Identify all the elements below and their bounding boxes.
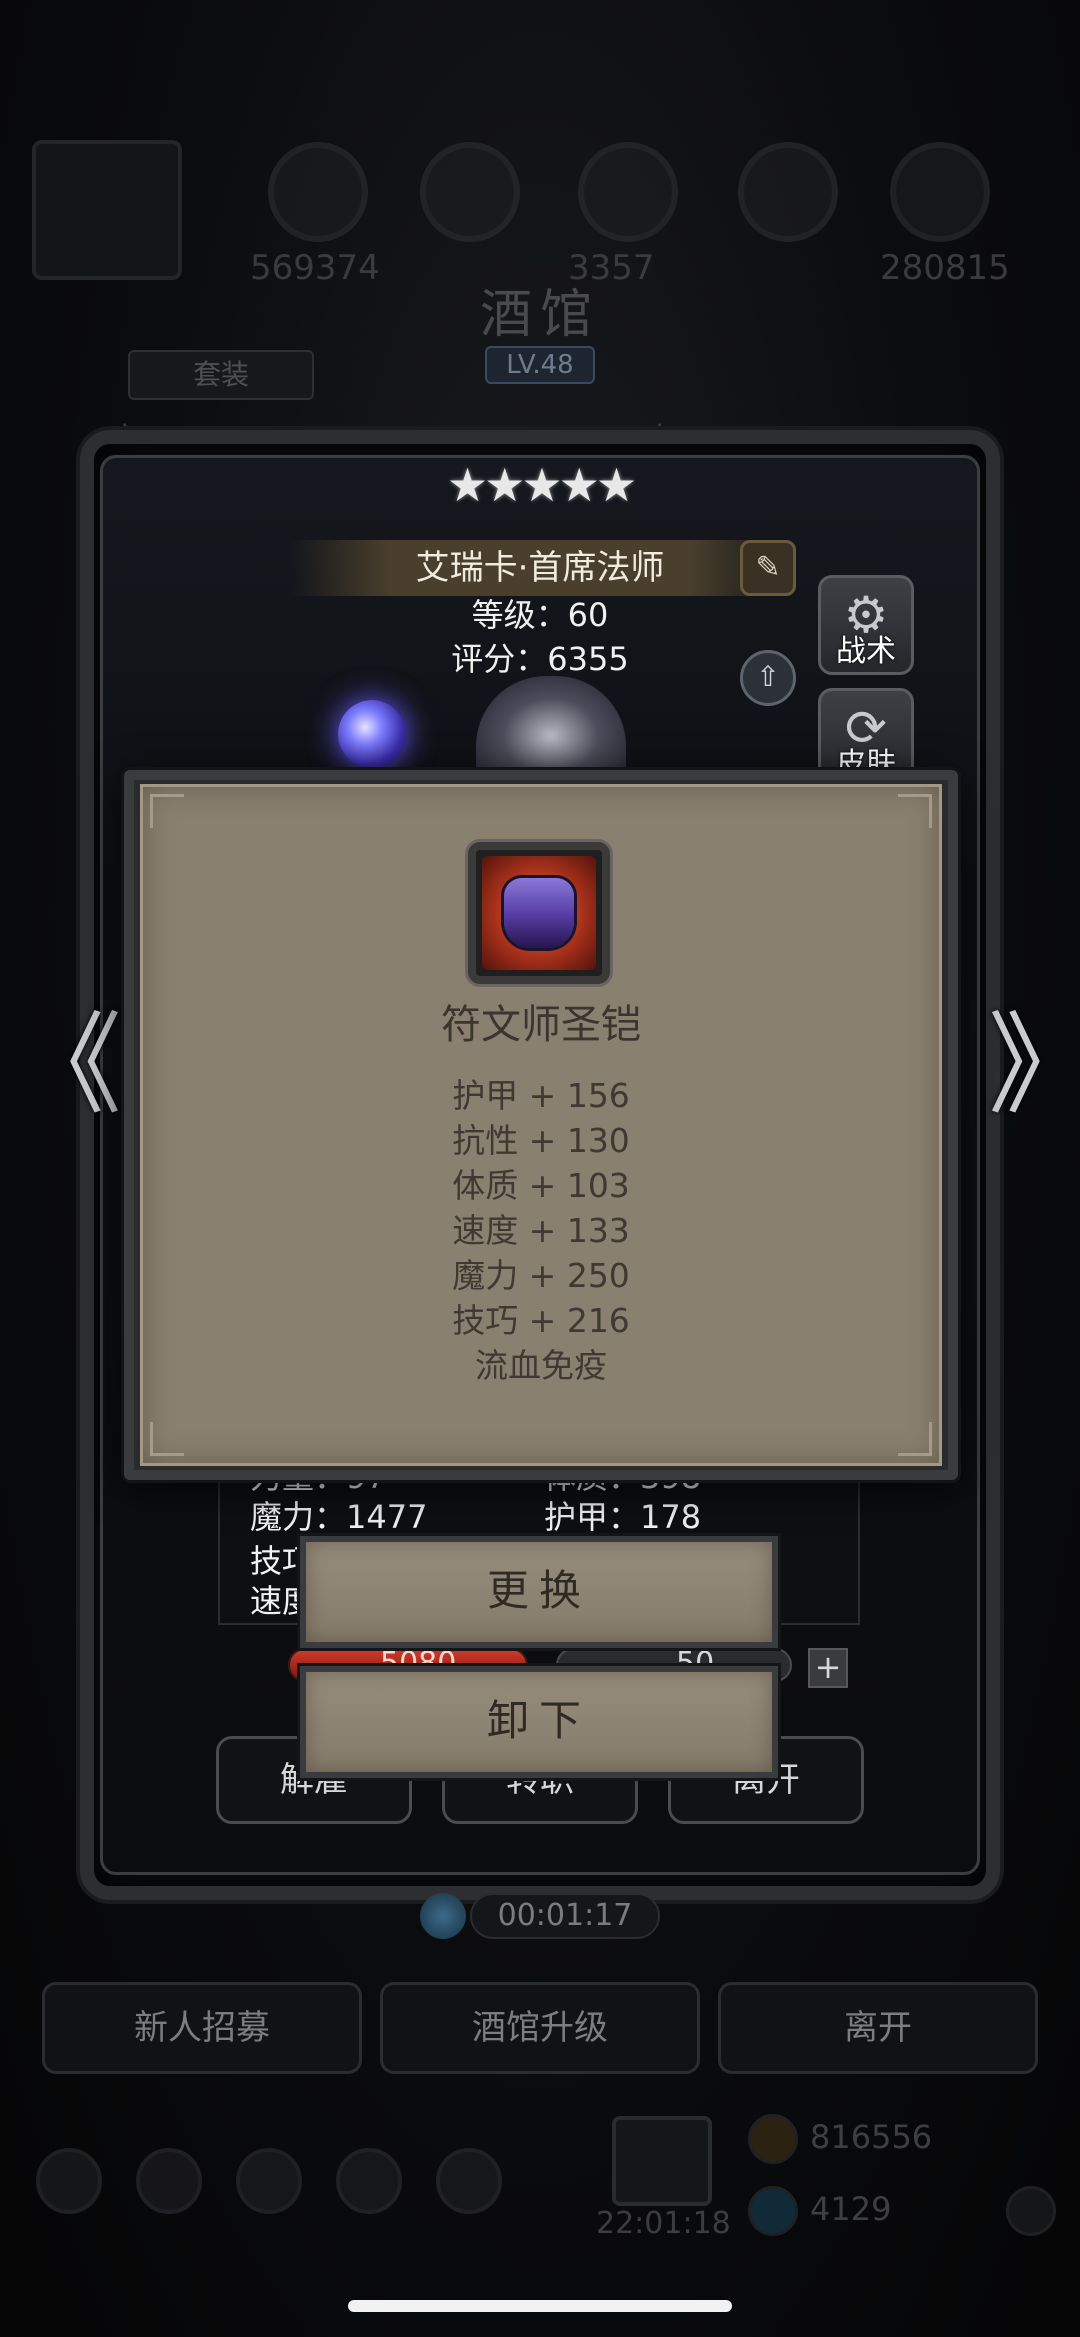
set-tab[interactable]: 套装 xyxy=(128,350,314,400)
rename-button[interactable]: ✎ xyxy=(740,540,796,596)
nav-icon-5[interactable] xyxy=(436,2148,502,2214)
gem-value: 4129 xyxy=(810,2190,892,2228)
stat-armor: 护甲：178 xyxy=(544,1498,702,1536)
hero-avatar-slot xyxy=(32,140,182,280)
hero-score: 评分：6355 xyxy=(451,640,629,678)
tactics-button[interactable]: ⚙ 战术 xyxy=(818,575,914,675)
nav-icon-1[interactable] xyxy=(36,2148,102,2214)
tavern-leave-button[interactable]: 离开 xyxy=(718,1982,1038,2074)
resource-icon-1 xyxy=(268,142,368,242)
unequip-button[interactable]: 卸下 xyxy=(300,1666,778,1778)
nav-icon-3[interactable] xyxy=(236,2148,302,2214)
refresh-timer: 00:01:17 xyxy=(470,1893,660,1939)
recruit-button[interactable]: 新人招募 xyxy=(42,1982,362,2074)
tavern-upgrade-button[interactable]: 酒馆升级 xyxy=(380,1982,700,2074)
next-hero-arrow-icon[interactable]: 》 xyxy=(988,1010,1080,1125)
tavern-level-badge: LV.48 xyxy=(485,346,595,384)
item-attribute: 流血免疫 xyxy=(475,1346,607,1385)
resource-icon-2 xyxy=(420,142,520,242)
item-attribute: 速度 + 133 xyxy=(452,1211,630,1250)
magic-orb-icon xyxy=(338,700,406,768)
gem-icon xyxy=(748,2186,798,2236)
gold-value: 816556 xyxy=(810,2118,933,2156)
game-clock: 22:01:18 xyxy=(596,2206,731,2241)
item-background xyxy=(482,856,596,970)
home-indicator[interactable] xyxy=(348,2300,732,2312)
promote-button[interactable]: ⇧ xyxy=(740,650,796,706)
edit-icon: ✎ xyxy=(755,550,781,585)
chest-icon[interactable] xyxy=(612,2116,712,2206)
top-resource-bar: 569374 3357 280815 xyxy=(0,120,1080,290)
item-attribute: 体质 + 103 xyxy=(452,1166,630,1205)
replace-button[interactable]: 更换 xyxy=(300,1536,778,1648)
hero-level: 等级：60 xyxy=(471,596,609,634)
item-attribute: 抗性 + 130 xyxy=(452,1121,630,1160)
hero-star-rating: ★★★★★ xyxy=(446,458,637,512)
popup-corner-tr xyxy=(898,794,932,828)
popup-corner-tl xyxy=(150,794,184,828)
add-gems-icon[interactable] xyxy=(1006,2186,1056,2236)
timer-icon xyxy=(420,1893,466,1939)
bottom-nav-bar: 22:01:18 816556 4129 xyxy=(0,2100,1080,2260)
resource-icon-4 xyxy=(738,142,838,242)
previous-hero-arrow-icon[interactable]: 《 xyxy=(12,1010,122,1125)
chest-armor-icon xyxy=(504,878,574,948)
popup-corner-br xyxy=(898,1422,932,1456)
stat-magic: 魔力：1477 xyxy=(250,1498,428,1536)
hero-name: 艾瑞卡·首席法师 xyxy=(415,548,665,588)
upload-icon: ⇧ xyxy=(756,660,780,693)
nav-icon-4[interactable] xyxy=(336,2148,402,2214)
add-exp-button[interactable]: + xyxy=(808,1648,848,1688)
tavern-title: 酒馆 xyxy=(479,285,600,345)
resource-icon-5 xyxy=(890,142,990,242)
gold-icon xyxy=(748,2114,798,2164)
item-slot xyxy=(468,842,610,984)
tactics-label: 战术 xyxy=(836,634,896,669)
item-attribute: 魔力 + 250 xyxy=(452,1256,630,1295)
nav-icon-2[interactable] xyxy=(136,2148,202,2214)
popup-corner-bl xyxy=(150,1422,184,1456)
item-attribute: 技巧 + 216 xyxy=(452,1301,630,1340)
item-name: 符文师圣铠 xyxy=(441,1002,641,1048)
resource-icon-3 xyxy=(578,142,678,242)
item-attribute: 护甲 + 156 xyxy=(452,1076,630,1115)
